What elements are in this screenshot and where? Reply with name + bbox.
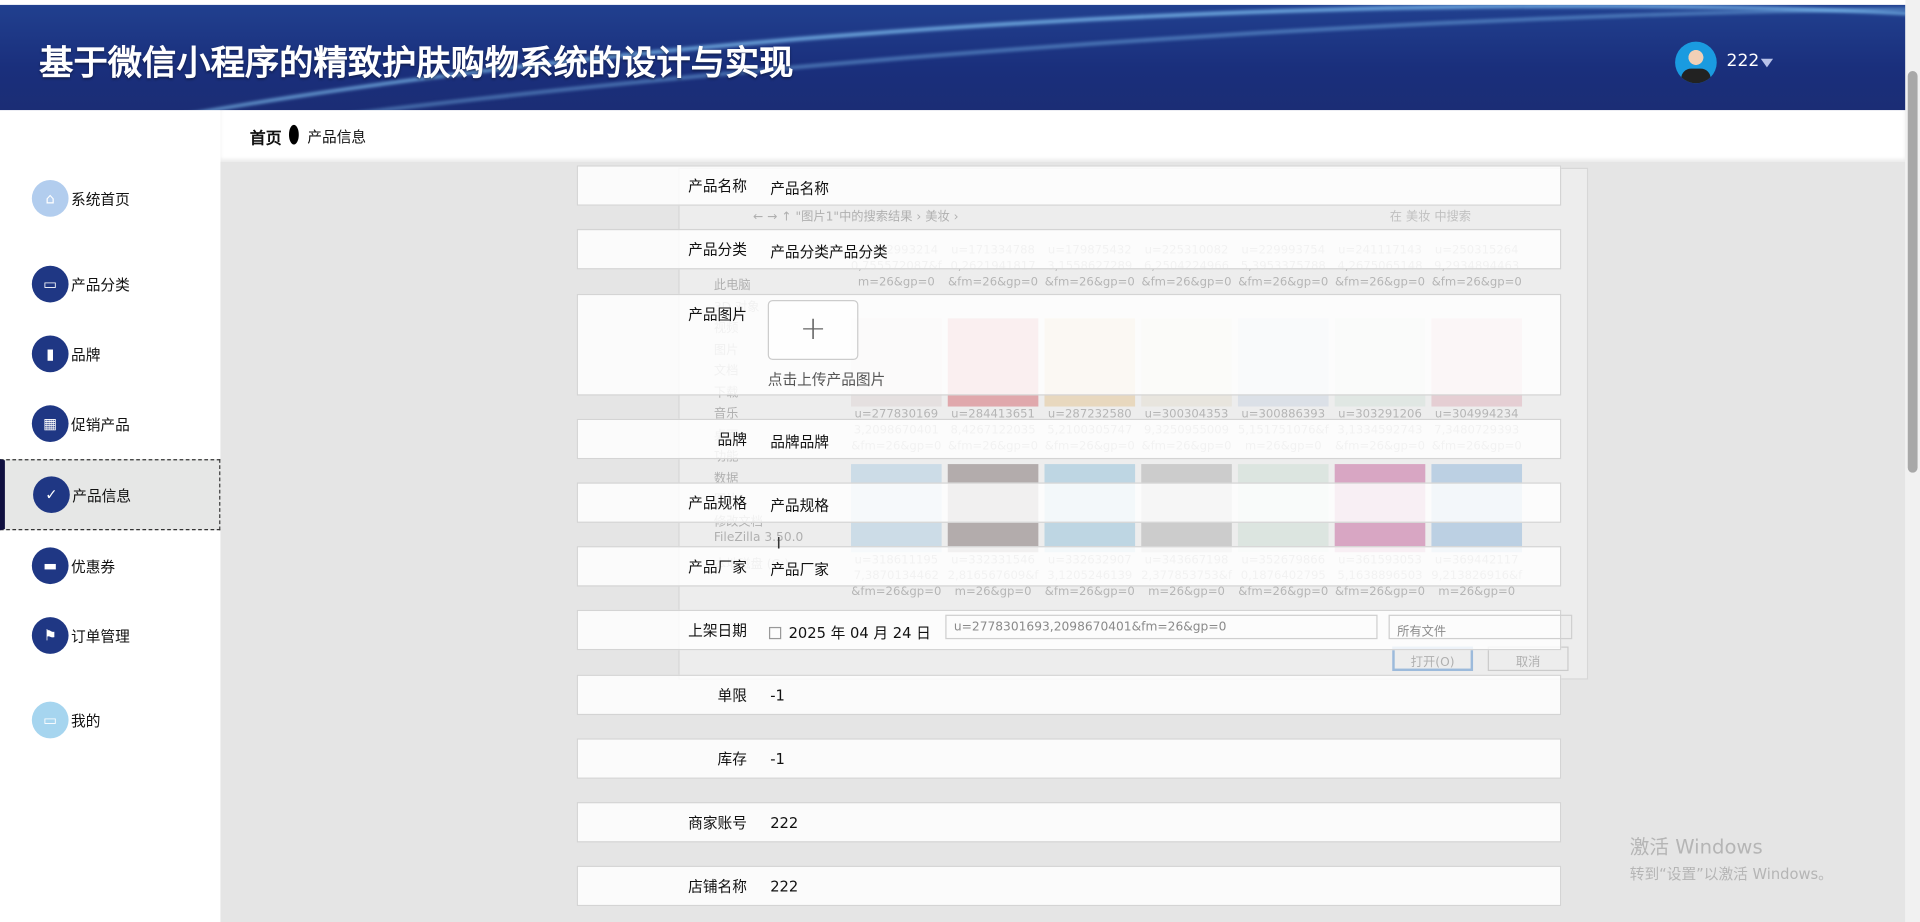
field-label: 单限 bbox=[717, 686, 747, 705]
sidebar: ⌂ 系统首页 ▭ 产品分类 ▮ 品牌 ▦ 促销产品 ✓ 产品信息 ▬ 优惠券 ⚑ 订单管理 ▭ 我的 bbox=[0, 110, 221, 922]
date-picker[interactable]: 2025 年 04 月 24 日 bbox=[768, 622, 931, 643]
spec-input[interactable]: 产品规格 bbox=[770, 495, 829, 516]
watermark-line1: 激活 Windows bbox=[1629, 835, 1763, 859]
field-label: 店铺名称 bbox=[688, 877, 747, 896]
scrollbar-thumb[interactable] bbox=[1907, 71, 1918, 473]
product-name-input[interactable]: 产品名称 bbox=[770, 178, 829, 199]
clipboard-check-icon: ✓ bbox=[33, 476, 70, 514]
sidebar-item-5[interactable]: ▬ 优惠券 bbox=[0, 530, 220, 601]
field-label: 产品规格 bbox=[688, 494, 747, 512]
text-cursor-icon: I bbox=[776, 535, 782, 554]
dialog-filename-input[interactable]: u=2778301693,2098670401&fm=26&gp=0 bbox=[945, 614, 1378, 640]
sidebar-item-label: 订单管理 bbox=[71, 627, 130, 645]
brand-select[interactable]: 品牌品牌 bbox=[770, 431, 829, 452]
field-brand: 品牌 品牌品牌 bbox=[576, 418, 1562, 460]
sidebar-item-2[interactable]: ▮ 品牌 bbox=[0, 318, 220, 389]
field-stock: 库存 -1 bbox=[576, 738, 1562, 779]
book-icon: ▮ bbox=[31, 335, 69, 373]
limit-input[interactable]: -1 bbox=[770, 687, 785, 704]
field-maker: 产品厂家 产品厂家 bbox=[576, 546, 1562, 587]
sidebar-item-label: 促销产品 bbox=[71, 415, 130, 433]
calendar-icon bbox=[768, 626, 782, 640]
sidebar-item-label: 品牌 bbox=[71, 345, 101, 364]
sidebar-item-label: 产品分类 bbox=[71, 276, 130, 294]
ticket-icon: ▬ bbox=[31, 547, 69, 585]
breadcrumb-home[interactable]: 首页 bbox=[250, 125, 282, 148]
breadcrumb: 首页 产品信息 bbox=[220, 110, 1906, 162]
field-label: 库存 bbox=[717, 750, 747, 768]
avatar[interactable] bbox=[1675, 41, 1717, 84]
upload-plus-icon[interactable]: + bbox=[767, 300, 859, 361]
field-shop: 店铺名称 222 bbox=[576, 865, 1562, 907]
dialog-search-input[interactable]: 在 美妆 中搜索 bbox=[1390, 206, 1574, 224]
app: 基于微信小程序的精致护肤购物系统的设计与实现 222 ⌂ 系统首页 ▭ 产品分类 ▮ 品牌… bbox=[0, 0, 1920, 922]
field-label: 商家账号 bbox=[688, 814, 747, 832]
field-label: 产品名称 bbox=[688, 177, 747, 195]
sidebar-item-6[interactable]: ⚑ 订单管理 bbox=[0, 600, 220, 671]
date-value: 2025 年 04 月 24 日 bbox=[788, 624, 931, 642]
sidebar-item-label: 我的 bbox=[71, 712, 101, 730]
dialog-filetype-select[interactable]: 所有文件 bbox=[1388, 614, 1573, 640]
field-label: 产品厂家 bbox=[688, 558, 747, 576]
field-label: 产品图片 bbox=[688, 306, 747, 324]
field-product-image: 产品图片 + 点击上传产品图片 bbox=[576, 293, 1562, 396]
shop-input[interactable]: 222 bbox=[770, 878, 798, 895]
breadcrumb-separator bbox=[288, 124, 299, 145]
grid-icon: ▦ bbox=[31, 405, 69, 443]
field-product-name: 产品名称 产品名称 bbox=[576, 165, 1562, 206]
page-scrollbar[interactable] bbox=[1905, 0, 1920, 922]
upload-hint: 点击上传产品图片 bbox=[767, 371, 886, 389]
category-select[interactable]: 产品分类产品分类 bbox=[770, 241, 888, 262]
field-merchant: 商家账号 222 bbox=[576, 802, 1562, 843]
merchant-input[interactable]: 222 bbox=[770, 814, 798, 831]
sidebar-item-label: 产品信息 bbox=[72, 486, 132, 504]
field-limit: 单限 -1 bbox=[576, 674, 1562, 716]
breadcrumb-current: 产品信息 bbox=[307, 128, 367, 146]
sidebar-item-0[interactable]: ⌂ 系统首页 bbox=[0, 163, 220, 234]
field-category: 产品分类 产品分类产品分类 bbox=[576, 228, 1562, 270]
flag-icon: ⚑ bbox=[31, 617, 69, 654]
sidebar-item-label: 优惠券 bbox=[71, 557, 116, 575]
dialog-path[interactable]: ← → ↑ "图片1"中的搜索结果 › 美妆 › bbox=[753, 206, 958, 224]
sidebar-item-label: 系统首页 bbox=[71, 190, 130, 208]
header: 基于微信小程序的精致护肤购物系统的设计与实现 222 bbox=[0, 4, 1906, 111]
maker-input[interactable]: 产品厂家 bbox=[770, 558, 829, 579]
wallet-icon: ▭ bbox=[31, 701, 69, 739]
app-title: 基于微信小程序的精致护肤购物系统的设计与实现 bbox=[39, 42, 794, 84]
dialog-folder-item[interactable]: 此电脑 bbox=[714, 274, 836, 295]
sidebar-item-3[interactable]: ▦ 促销产品 bbox=[0, 388, 220, 459]
stock-input[interactable]: -1 bbox=[770, 751, 785, 768]
sidebar-item-4[interactable]: ✓ 产品信息 bbox=[0, 459, 221, 531]
watermark-line2: 转到“设置”以激活 Windows。 bbox=[1629, 865, 1833, 883]
sidebar-item-7[interactable]: ▭ 我的 bbox=[0, 684, 220, 755]
caret-down-icon[interactable] bbox=[1760, 58, 1774, 68]
windows-activation-watermark: 激活 Windows 转到“设置”以激活 Windows。 bbox=[1630, 830, 1833, 884]
monitor-icon: ▭ bbox=[31, 265, 69, 303]
field-label: 品牌 bbox=[717, 431, 747, 449]
username[interactable]: 222 bbox=[1727, 51, 1760, 71]
field-label: 上架日期 bbox=[688, 622, 747, 640]
field-spec: 产品规格 产品规格 bbox=[576, 482, 1562, 523]
home-icon: ⌂ bbox=[31, 180, 69, 217]
field-label: 产品分类 bbox=[688, 241, 747, 259]
sidebar-item-1[interactable]: ▭ 产品分类 bbox=[0, 249, 220, 320]
